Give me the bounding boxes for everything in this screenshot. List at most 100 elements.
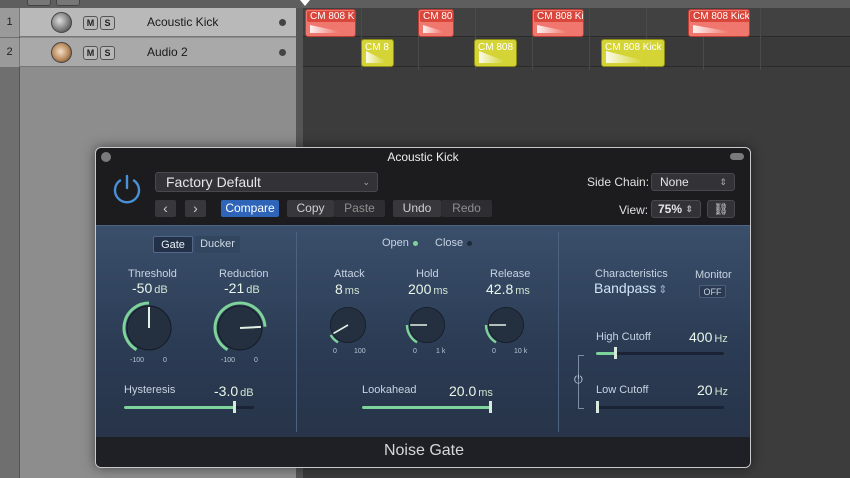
high-cutoff-slider[interactable] [596, 347, 724, 359]
attack-label: Attack [334, 268, 365, 280]
low-cutoff-slider-thumb[interactable] [596, 401, 599, 413]
region-name: CM 8 [365, 42, 389, 53]
drum-track-icon [51, 12, 72, 33]
undo-button[interactable]: Undo [393, 200, 441, 217]
region-name: CM 808 [478, 42, 514, 53]
open-led-icon [412, 240, 418, 246]
reduction-value[interactable]: -21 dB [224, 280, 260, 296]
threshold-min: -100 [130, 357, 145, 364]
low-cutoff-value[interactable]: 20 Hz [697, 382, 728, 398]
mute-button[interactable]: M [83, 16, 98, 30]
characteristics-label: Characteristics [595, 268, 668, 280]
threshold-value[interactable]: -50 dB [132, 280, 168, 296]
audio-region[interactable]: CM 808 Ki [532, 9, 584, 37]
mute-button[interactable]: M [83, 46, 98, 60]
release-min: 0 [492, 348, 496, 355]
hold-knob[interactable] [403, 301, 451, 349]
audio-region[interactable]: CM 808 [474, 39, 517, 67]
monitor-label: Monitor [695, 269, 732, 281]
monitor-toggle[interactable]: OFF [699, 285, 726, 298]
next-preset-button[interactable]: › [185, 200, 206, 217]
track-name[interactable]: Acoustic Kick [147, 8, 218, 37]
threshold-label: Threshold [128, 268, 177, 280]
plugin-name: Noise Gate [383, 442, 465, 459]
high-cutoff-value[interactable]: 400 Hz [689, 329, 728, 345]
lookahead-value[interactable]: 20.0 ms [449, 383, 493, 399]
cutoff-link-power-icon[interactable]: ⏻ [574, 374, 583, 387]
solo-button[interactable]: S [100, 16, 115, 30]
close-label: Close [435, 237, 464, 249]
high-cutoff-label: High Cutoff [596, 331, 651, 343]
copy-button[interactable]: Copy [287, 200, 334, 217]
hysteresis-value[interactable]: -3.0 dB [214, 383, 254, 399]
high-cutoff-unit: Hz [714, 333, 728, 345]
region-name: CM 808 Ki [534, 11, 583, 22]
threshold-knob[interactable] [119, 298, 179, 358]
preset-dropdown[interactable]: Factory Default ⌄ [155, 172, 378, 192]
side-chain-value: None [660, 175, 689, 189]
hold-value[interactable]: 200 ms [408, 281, 448, 297]
side-chain-dropdown[interactable]: None ⇕ [651, 173, 735, 191]
compare-button[interactable]: Compare [221, 200, 279, 217]
low-cutoff-slider[interactable] [596, 401, 724, 413]
release-knob[interactable] [482, 301, 530, 349]
attack-unit: ms [344, 285, 360, 297]
release-label: Release [490, 268, 531, 280]
toolbar-button[interactable] [27, 0, 51, 6]
knob-pointer [239, 325, 262, 329]
reduction-knob[interactable] [210, 298, 270, 358]
threshold-number: -50 [132, 280, 153, 296]
power-icon[interactable] [110, 172, 144, 206]
record-enable-icon[interactable] [279, 49, 286, 56]
attack-value[interactable]: 8 ms [335, 281, 359, 297]
low-cutoff-number: 20 [697, 382, 713, 398]
release-value[interactable]: 42.8 ms [486, 281, 530, 297]
lookahead-slider-thumb[interactable] [489, 401, 492, 413]
paste-button[interactable]: Paste [334, 200, 385, 217]
threshold-max: 0 [163, 357, 167, 364]
high-cutoff-slider-thumb[interactable] [613, 347, 617, 359]
lookahead-label: Lookahead [362, 384, 417, 396]
track-name[interactable]: Audio 2 [147, 38, 188, 67]
redo-button[interactable]: Redo [441, 200, 492, 217]
region-name: CM 80 [420, 11, 453, 22]
audio-track-icon [51, 42, 72, 63]
lookahead-slider-fill [362, 406, 492, 409]
region-name: CM 808 Kick [605, 42, 662, 53]
plugin-footer: Noise Gate [96, 437, 750, 467]
chevron-updown-icon: ⇕ [658, 284, 668, 296]
hysteresis-slider-fill [124, 406, 235, 409]
waveform [423, 25, 444, 33]
audio-region[interactable]: CM 808 Kick [688, 9, 750, 37]
ducker-mode-button[interactable]: Ducker [195, 236, 240, 253]
hysteresis-label: Hysteresis [124, 384, 176, 396]
reduction-label: Reduction [219, 268, 269, 280]
lookahead-slider[interactable] [362, 401, 492, 413]
audio-region[interactable]: CM 808 K [305, 9, 356, 37]
view-value: 75% [658, 202, 683, 216]
solo-button[interactable]: S [100, 46, 115, 60]
link-icon[interactable]: ⛓ [707, 200, 735, 218]
high-cutoff-number: 400 [689, 329, 713, 345]
record-enable-icon[interactable] [279, 19, 286, 26]
audio-region[interactable]: CM 8 [361, 39, 394, 67]
gate-mode-button[interactable]: Gate [153, 236, 193, 253]
characteristics-dropdown[interactable]: Bandpass ⇕ [594, 280, 668, 296]
track-row-1[interactable]: 1 M S Acoustic Kick [0, 8, 296, 37]
reduction-number: -21 [224, 280, 245, 296]
collapse-icon[interactable] [730, 153, 744, 160]
close-indicator: Close [435, 237, 473, 249]
hysteresis-slider[interactable] [124, 401, 254, 413]
playhead-icon[interactable] [300, 0, 310, 6]
previous-preset-button[interactable]: ‹ [155, 200, 176, 217]
attack-knob[interactable] [324, 301, 372, 349]
plugin-titlebar[interactable]: Acoustic Kick [96, 148, 750, 167]
audio-region[interactable]: CM 80 [418, 9, 454, 37]
toolbar-button[interactable] [56, 0, 80, 6]
view-zoom-dropdown[interactable]: 75% ⇕ [651, 200, 701, 218]
hysteresis-slider-thumb[interactable] [233, 401, 236, 413]
lookahead-unit: ms [478, 387, 493, 399]
characteristics-value: Bandpass [594, 280, 657, 296]
audio-region[interactable]: CM 808 Kick [601, 39, 665, 67]
track-row-2[interactable]: 2 M S Audio 2 [0, 38, 296, 67]
